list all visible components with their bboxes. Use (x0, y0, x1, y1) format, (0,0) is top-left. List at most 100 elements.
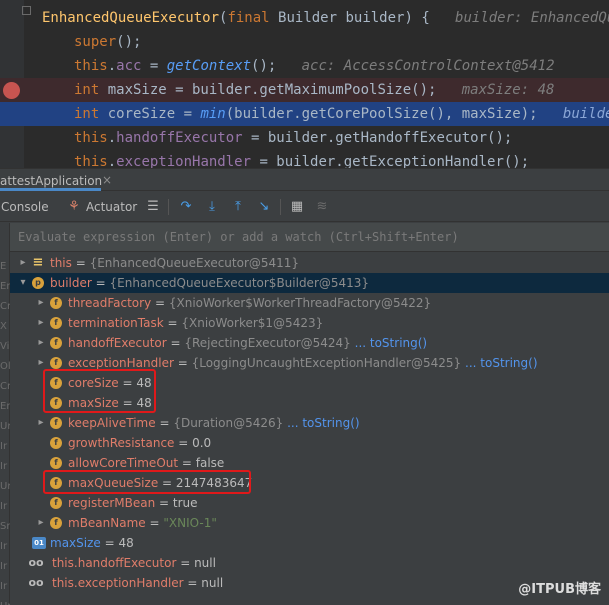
variable-value: 48 (118, 536, 134, 550)
code-line-handoff[interactable]: this.handoffExecutor = builder.getHandof… (0, 126, 609, 150)
variable-label: handoffExecutor = {RejectingExecutor@542… (68, 333, 427, 353)
variable-label: terminationTask = {XnioWorker$1@5423} (68, 313, 323, 333)
variable-name: this (50, 256, 72, 270)
variable-value: true (172, 496, 198, 510)
expand-arrow-icon[interactable]: ▸ (36, 293, 46, 313)
code-line-constructor[interactable]: EnhancedQueueExecutor(final Builder buil… (0, 6, 609, 30)
expand-arrow-icon[interactable]: ▸ (36, 413, 46, 433)
variable-label: growthResistance = 0.0 (68, 433, 211, 453)
variable-value: null (194, 556, 216, 570)
variable-name: threadFactory (68, 296, 152, 310)
frames-panel-edge[interactable]: EErCrXViOlCrErUrIrIrUrIrSrIrIrIrUr (0, 223, 11, 605)
field-icon: f (50, 297, 62, 309)
code-line-coresize-current[interactable]: int coreSize = min(builder.getCorePoolSi… (0, 102, 609, 126)
frame-label-fragment: X (0, 321, 7, 332)
evaluate-expression-input[interactable]: Evaluate expression (Enter) or add a wat… (10, 223, 609, 252)
variable-value: {XnioWorker$WorkerThreadFactory@5422} (168, 296, 432, 310)
expand-arrow-icon[interactable]: ▸ (36, 333, 46, 353)
frame-label-fragment: Ir (0, 541, 8, 552)
run-to-cursor-icon[interactable]: ↘ (256, 199, 272, 215)
expand-arrow-icon[interactable]: ▸ (18, 253, 28, 273)
variable-name: allowCoreTimeOut (68, 456, 179, 470)
variable-value: "XNIO-1" (163, 516, 217, 530)
variable-row[interactable]: ▸ f handoffExecutor = {RejectingExecutor@5… (10, 333, 609, 353)
frame-label-fragment: Er (0, 281, 11, 292)
local-variable-icon: 01 (32, 537, 46, 549)
actuator-tab[interactable]: Actuator (86, 192, 137, 222)
variable-row[interactable]: f registerMBean = true (10, 493, 609, 513)
code-token: Builder builder) { (278, 10, 430, 26)
code-token: acc (116, 58, 142, 74)
code-editor[interactable]: EnhancedQueueExecutor(final Builder buil… (0, 0, 609, 168)
variable-row[interactable]: ▸ f keepAliveTime = {Duration@5426} ... to… (10, 413, 609, 433)
variable-label: builder = {EnhancedQueueExecutor$Builder… (50, 273, 369, 293)
equals-sign: = (155, 496, 173, 510)
code-token: exceptionHandler (116, 154, 252, 168)
frame-label-fragment: Ir (0, 501, 8, 512)
console-tab[interactable]: Console (1, 192, 49, 222)
variables-tree[interactable]: ▸ ≡ this = {EnhancedQueueExecutor@5411} ▾ p b… (10, 253, 609, 605)
code-token: getContext (166, 58, 252, 74)
variable-value: {RejectingExecutor@5424} (184, 336, 351, 350)
variable-row[interactable]: f growthResistance = 0.0 (10, 433, 609, 453)
variable-row[interactable]: ▸ f mBeanName = "XNIO-1" (10, 513, 609, 533)
variable-label: threadFactory = {XnioWorker$WorkerThread… (68, 293, 431, 313)
debug-title-bar: attestApplication × (0, 169, 609, 191)
evaluate-table-icon[interactable]: ▦ (289, 199, 305, 215)
close-tab-icon[interactable]: × (102, 172, 112, 188)
code-token: super (74, 34, 117, 50)
variable-row[interactable]: ▸ f terminationTask = {XnioWorker$1@5423} (10, 313, 609, 333)
code-token: EnhancedQueueExecutor (42, 10, 220, 26)
code-line-acc[interactable]: this.acc = getContext(); acc: AccessCont… (0, 54, 609, 78)
variable-name: this.exceptionHandler (52, 576, 184, 590)
field-icon: f (50, 497, 62, 509)
step-into-icon[interactable]: ⤓ (204, 199, 220, 215)
code-line-maxsize[interactable]: int maxSize = builder.getMaximumPoolSize… (0, 78, 609, 102)
variable-label: this.handoffExecutor = null (52, 553, 216, 573)
code-token: (); (251, 58, 277, 74)
code-token: . (107, 130, 117, 146)
code-token: min (200, 106, 226, 122)
actuator-icon: ⚘ (68, 199, 80, 214)
variable-row[interactable]: ▾ p builder = {EnhancedQueueExecutor$Build… (10, 273, 609, 293)
menu-icon[interactable]: ☰ (145, 199, 161, 215)
variable-row[interactable]: oo this.handoffExecutor = null (10, 553, 609, 573)
variable-value: false (195, 456, 225, 470)
code-token: handoffExecutor (116, 130, 243, 146)
field-icon: f (50, 337, 62, 349)
expand-arrow-icon[interactable]: ▸ (36, 313, 46, 333)
frame-label-fragment: Er (0, 401, 11, 412)
to-string-link[interactable]: ... toString() (461, 356, 537, 370)
breakpoint-icon[interactable] (3, 82, 20, 99)
code-line-exception-handler[interactable]: this.exceptionHandler = builder.getExcep… (0, 150, 609, 168)
step-over-icon[interactable]: ↷ (178, 199, 194, 215)
collapse-arrow-icon[interactable]: ▾ (18, 273, 28, 293)
watch-icon: oo (28, 556, 44, 569)
step-out-icon[interactable]: ⤒ (230, 199, 246, 215)
variable-label: mBeanName = "XNIO-1" (68, 513, 217, 533)
to-string-link[interactable]: ... toString() (283, 416, 359, 430)
to-string-link[interactable]: ... toString() (351, 336, 427, 350)
variable-name: this.handoffExecutor (52, 556, 177, 570)
variable-name: builder (50, 276, 92, 290)
variable-row[interactable]: ▸ f threadFactory = {XnioWorker$WorkerThre… (10, 293, 609, 313)
code-token: = builder.getExceptionHandler(); (251, 154, 530, 168)
variable-value: {LoggingUncaughtExceptionHandler@5425} (191, 356, 462, 370)
variable-row[interactable]: 01 maxSize = 48 (10, 533, 609, 553)
variable-label: this = {EnhancedQueueExecutor@5411} (50, 253, 299, 273)
threads-icon[interactable]: ≋ (314, 199, 330, 215)
frame-label-fragment: Ir (0, 441, 8, 452)
expand-arrow-icon[interactable]: ▸ (36, 513, 46, 533)
code-line-super[interactable]: super(); (0, 30, 609, 54)
highlight-box-max-queue-size (43, 470, 251, 494)
variable-name: exceptionHandler (68, 356, 174, 370)
field-icon: f (50, 457, 62, 469)
variable-value: {XnioWorker$1@5423} (181, 316, 324, 330)
debug-toolbar: Console ⚘ Actuator ☰ ↷ ⤓ ⤒ ↘ ▦ ≋ (0, 192, 609, 222)
equals-sign: = (155, 416, 174, 430)
equals-sign: = (151, 296, 169, 310)
code-token: builder: Enhanc (562, 106, 609, 122)
code-token: . (107, 58, 117, 74)
variable-row[interactable]: ▸ ≡ this = {EnhancedQueueExecutor@5411} (10, 253, 609, 273)
frame-label-fragment: Ir (0, 461, 8, 472)
